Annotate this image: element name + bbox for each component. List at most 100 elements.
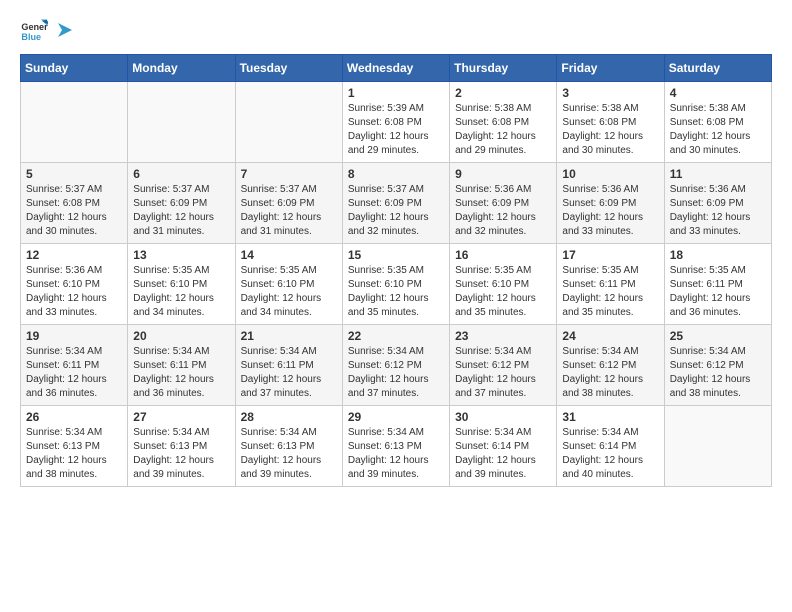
day-number: 1 [348,86,444,100]
day-info: Sunrise: 5:34 AM Sunset: 6:14 PM Dayligh… [562,426,658,482]
calendar-day-cell: 17 Sunrise: 5:35 AM Sunset: 6:11 PM Dayli… [557,244,664,325]
calendar-day-cell: 27Sunrise: 5:34 AM Sunset: 6:13 PM Dayli… [128,406,235,487]
day-info: Sunrise: 5:37 AM Sunset: 6:09 PM Dayligh… [241,183,337,239]
svg-text:General: General [21,22,48,32]
day-number: 16 [455,248,551,262]
logo-arrow-icon [54,19,76,41]
logo: General Blue [20,16,76,44]
calendar-day-cell: 4 Sunrise: 5:38 AM Sunset: 6:08 PM Daylig… [664,82,771,163]
day-info: Sunrise: 5:34 AM Sunset: 6:11 PM Dayligh… [241,345,337,401]
calendar-day-cell: 10 Sunrise: 5:36 AM Sunset: 6:09 PM Dayli… [557,163,664,244]
svg-text:Blue: Blue [21,32,41,42]
day-number: 2 [455,86,551,100]
calendar-day-cell: 25 Sunrise: 5:34 AM Sunset: 6:12 PM Dayli… [664,325,771,406]
calendar-header-row: SundayMondayTuesdayWednesdayThursdayFrid… [21,55,772,82]
calendar-day-cell: 21 Sunrise: 5:34 AM Sunset: 6:11 PM Dayli… [235,325,342,406]
calendar-day-cell: 8 Sunrise: 5:37 AM Sunset: 6:09 PM Daylig… [342,163,449,244]
day-number: 9 [455,167,551,181]
day-info: Sunrise: 5:37 AM Sunset: 6:09 PM Dayligh… [133,183,229,239]
day-info: Sunrise: 5:35 AM Sunset: 6:11 PM Dayligh… [670,264,766,320]
calendar-week-row: 26 Sunrise: 5:34 AM Sunset: 6:13 PM Dayli… [21,406,772,487]
day-number: 24 [562,329,658,343]
day-info: Sunrise: 5:38 AM Sunset: 6:08 PM Dayligh… [670,102,766,158]
day-number: 30 [455,410,551,424]
day-number: 7 [241,167,337,181]
calendar-day-cell [235,82,342,163]
day-number: 8 [348,167,444,181]
calendar-day-cell: 30 Sunrise: 5:34 AM Sunset: 6:14 PM Dayli… [450,406,557,487]
day-number: 11 [670,167,766,181]
calendar-day-cell: 31 Sunrise: 5:34 AM Sunset: 6:14 PM Dayli… [557,406,664,487]
day-info: Sunrise: 5:34 AM Sunset: 6:11 PM Dayligh… [26,345,122,401]
day-of-week-header: Monday [128,55,235,82]
day-info: Sunrise: 5:34 AM Sunset: 6:13 PM Dayligh… [26,426,122,482]
day-of-week-header: Wednesday [342,55,449,82]
day-number: 4 [670,86,766,100]
calendar-day-cell: 9Sunrise: 5:36 AM Sunset: 6:09 PM Daylig… [450,163,557,244]
day-number: 31 [562,410,658,424]
day-number: 26 [26,410,122,424]
day-number: 22 [348,329,444,343]
day-number: 19 [26,329,122,343]
calendar-day-cell: 16 Sunrise: 5:35 AM Sunset: 6:10 PM Dayli… [450,244,557,325]
calendar-day-cell: 1 Sunrise: 5:39 AM Sunset: 6:08 PM Daylig… [342,82,449,163]
day-info: Sunrise: 5:34 AM Sunset: 6:12 PM Dayligh… [348,345,444,401]
day-number: 13 [133,248,229,262]
calendar-day-cell: 26 Sunrise: 5:34 AM Sunset: 6:13 PM Dayli… [21,406,128,487]
header: General Blue [20,16,772,44]
day-info: Sunrise: 5:35 AM Sunset: 6:10 PM Dayligh… [133,264,229,320]
day-number: 27 [133,410,229,424]
day-info: Sunrise: 5:39 AM Sunset: 6:08 PM Dayligh… [348,102,444,158]
calendar-week-row: 5Sunrise: 5:37 AM Sunset: 6:08 PM Daylig… [21,163,772,244]
day-number: 23 [455,329,551,343]
day-info: Sunrise: 5:34 AM Sunset: 6:12 PM Dayligh… [670,345,766,401]
day-number: 5 [26,167,122,181]
day-info: Sunrise: 5:37 AM Sunset: 6:09 PM Dayligh… [348,183,444,239]
day-number: 3 [562,86,658,100]
calendar-day-cell: 2Sunrise: 5:38 AM Sunset: 6:08 PM Daylig… [450,82,557,163]
day-number: 25 [670,329,766,343]
day-info: Sunrise: 5:34 AM Sunset: 6:14 PM Dayligh… [455,426,551,482]
day-number: 18 [670,248,766,262]
logo-icon: General Blue [20,16,48,44]
calendar-day-cell: 29 Sunrise: 5:34 AM Sunset: 6:13 PM Dayli… [342,406,449,487]
day-number: 12 [26,248,122,262]
day-info: Sunrise: 5:34 AM Sunset: 6:13 PM Dayligh… [241,426,337,482]
calendar-week-row: 1 Sunrise: 5:39 AM Sunset: 6:08 PM Daylig… [21,82,772,163]
day-number: 21 [241,329,337,343]
day-number: 28 [241,410,337,424]
calendar-day-cell [21,82,128,163]
day-info: Sunrise: 5:35 AM Sunset: 6:11 PM Dayligh… [562,264,658,320]
calendar-day-cell: 15Sunrise: 5:35 AM Sunset: 6:10 PM Dayli… [342,244,449,325]
calendar-day-cell: 28 Sunrise: 5:34 AM Sunset: 6:13 PM Dayli… [235,406,342,487]
calendar-day-cell: 5Sunrise: 5:37 AM Sunset: 6:08 PM Daylig… [21,163,128,244]
day-number: 15 [348,248,444,262]
day-info: Sunrise: 5:34 AM Sunset: 6:12 PM Dayligh… [455,345,551,401]
day-of-week-header: Tuesday [235,55,342,82]
calendar-day-cell: 3Sunrise: 5:38 AM Sunset: 6:08 PM Daylig… [557,82,664,163]
calendar-day-cell: 6Sunrise: 5:37 AM Sunset: 6:09 PM Daylig… [128,163,235,244]
day-info: Sunrise: 5:36 AM Sunset: 6:10 PM Dayligh… [26,264,122,320]
day-number: 10 [562,167,658,181]
calendar-day-cell: 24 Sunrise: 5:34 AM Sunset: 6:12 PM Dayli… [557,325,664,406]
calendar-day-cell: 7 Sunrise: 5:37 AM Sunset: 6:09 PM Daylig… [235,163,342,244]
day-number: 17 [562,248,658,262]
day-info: Sunrise: 5:36 AM Sunset: 6:09 PM Dayligh… [562,183,658,239]
calendar-day-cell: 23 Sunrise: 5:34 AM Sunset: 6:12 PM Dayli… [450,325,557,406]
day-info: Sunrise: 5:34 AM Sunset: 6:12 PM Dayligh… [562,345,658,401]
day-info: Sunrise: 5:34 AM Sunset: 6:11 PM Dayligh… [133,345,229,401]
day-info: Sunrise: 5:35 AM Sunset: 6:10 PM Dayligh… [241,264,337,320]
calendar-week-row: 12 Sunrise: 5:36 AM Sunset: 6:10 PM Dayli… [21,244,772,325]
day-info: Sunrise: 5:35 AM Sunset: 6:10 PM Dayligh… [455,264,551,320]
day-info: Sunrise: 5:34 AM Sunset: 6:13 PM Dayligh… [348,426,444,482]
calendar-day-cell: 18 Sunrise: 5:35 AM Sunset: 6:11 PM Dayli… [664,244,771,325]
calendar-day-cell: 11 Sunrise: 5:36 AM Sunset: 6:09 PM Dayli… [664,163,771,244]
day-info: Sunrise: 5:36 AM Sunset: 6:09 PM Dayligh… [670,183,766,239]
day-number: 14 [241,248,337,262]
calendar-day-cell: 14 Sunrise: 5:35 AM Sunset: 6:10 PM Dayli… [235,244,342,325]
day-number: 29 [348,410,444,424]
calendar-day-cell: 22 Sunrise: 5:34 AM Sunset: 6:12 PM Dayli… [342,325,449,406]
day-of-week-header: Thursday [450,55,557,82]
day-of-week-header: Friday [557,55,664,82]
calendar-day-cell [664,406,771,487]
